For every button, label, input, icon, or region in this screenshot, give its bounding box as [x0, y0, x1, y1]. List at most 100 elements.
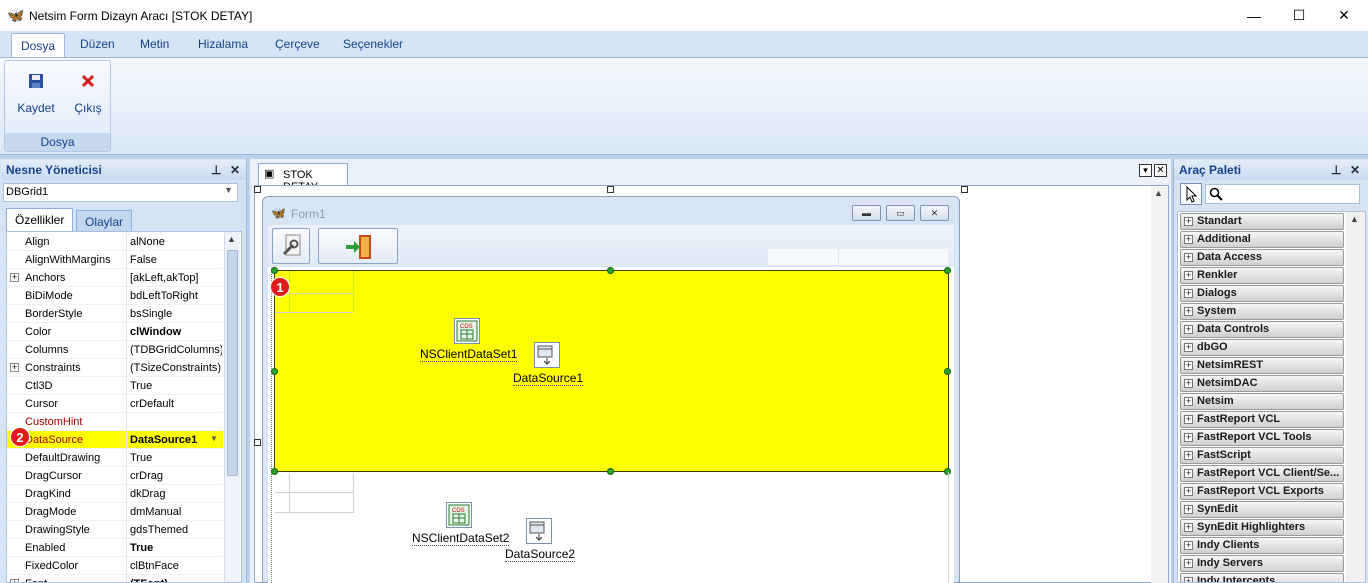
palette-category[interactable]: + Dialogs [1180, 285, 1344, 302]
palette-scrollbar[interactable]: ▲ [1346, 212, 1365, 582]
selection-handle[interactable] [944, 267, 951, 274]
close-panel-icon[interactable]: ✕ [230, 163, 240, 177]
palette-category[interactable]: + System [1180, 303, 1344, 320]
palette-category[interactable]: + Netsim [1180, 393, 1344, 410]
tab-dosya[interactable]: Dosya [11, 33, 66, 58]
selection-handle[interactable] [944, 368, 951, 375]
palette-category[interactable]: + SynEdit [1180, 501, 1344, 518]
property-row-cursor[interactable]: Cursor crDefault [7, 395, 223, 413]
palette-category[interactable]: + FastReport VCL Client/Se... [1180, 465, 1344, 482]
palette-category[interactable]: + FastReport VCL Exports [1180, 483, 1344, 500]
palette-category[interactable]: + Indy Clients [1180, 537, 1344, 554]
property-value[interactable]: bdLeftToRight [130, 290, 222, 302]
property-value[interactable]: (TFont) [130, 578, 222, 582]
property-value[interactable]: clWindow [130, 326, 222, 338]
palette-category[interactable]: + Renkler [1180, 267, 1344, 284]
tab-secenekler[interactable]: Seçenekler [343, 37, 403, 51]
property-value[interactable]: True [130, 380, 222, 392]
property-value[interactable]: crDefault [130, 398, 222, 410]
property-value[interactable]: DataSource1 [130, 434, 222, 446]
property-value[interactable]: dkDrag [130, 488, 222, 500]
scroll-up-icon[interactable]: ▲ [227, 234, 236, 244]
property-row-bidimode[interactable]: BiDiMode bdLeftToRight [7, 287, 223, 305]
property-row-defaultdrawing[interactable]: DefaultDrawing True [7, 449, 223, 467]
pointer-tool-button[interactable] [1180, 183, 1202, 205]
scroll-up-icon[interactable]: ▲ [1350, 214, 1359, 224]
save-button[interactable]: Kaydet [11, 67, 61, 127]
close-tab-icon[interactable]: ✕ [1154, 164, 1167, 177]
component-selector[interactable]: DBGrid1 ▼ [3, 183, 238, 202]
clientdataset2-icon[interactable]: CDS [446, 502, 472, 528]
property-row-color[interactable]: Color clWindow [7, 323, 223, 341]
pin-icon[interactable]: ⊥ [1331, 163, 1341, 177]
property-row-drawingstyle[interactable]: DrawingStyle gdsThemed [7, 521, 223, 539]
property-value[interactable]: alNone [130, 236, 222, 248]
property-value[interactable]: True [130, 542, 222, 554]
palette-search-input[interactable] [1205, 184, 1360, 204]
chevron-down-icon[interactable]: ▼ [210, 434, 218, 443]
property-value[interactable]: crDrag [130, 470, 222, 482]
property-value[interactable]: clBtnFace [130, 560, 222, 572]
designer-scrollbar[interactable]: ▲ [1151, 186, 1168, 583]
palette-category[interactable]: + Data Controls [1180, 321, 1344, 338]
tab-list-dropdown-icon[interactable]: ▼ [1139, 164, 1152, 177]
selection-handle[interactable] [607, 267, 614, 274]
minimize-button[interactable]: — [1231, 0, 1277, 31]
palette-category[interactable]: + Standart [1180, 213, 1344, 230]
form-resize-handle[interactable] [607, 186, 614, 193]
selection-handle[interactable] [271, 468, 278, 475]
exit-tool-button[interactable] [318, 228, 398, 264]
scroll-up-icon[interactable]: ▲ [1154, 188, 1163, 198]
property-row-fixedcolor[interactable]: FixedColor clBtnFace [7, 557, 223, 575]
maximize-button[interactable]: ☐ [1276, 0, 1322, 31]
selected-dbgrid[interactable] [274, 270, 949, 472]
palette-category[interactable]: + FastReport VCL Tools [1180, 429, 1344, 446]
property-row-customhint[interactable]: CustomHint [7, 413, 223, 431]
tab-duzen[interactable]: Düzen [80, 37, 115, 51]
property-row-font[interactable]: + Font (TFont) [7, 575, 223, 582]
form-resize-handle[interactable] [961, 186, 968, 193]
property-row-enabled[interactable]: Enabled True [7, 539, 223, 557]
form-close-button[interactable]: ✕ [920, 205, 949, 221]
property-row-datasource[interactable]: DataSource DataSource1 ▼ 2 [7, 427, 223, 449]
palette-category[interactable]: + NetsimREST [1180, 357, 1344, 374]
settings-tool-button[interactable] [272, 228, 310, 264]
expand-icon[interactable]: + [10, 363, 19, 372]
scroll-thumb[interactable] [227, 250, 238, 476]
property-row-borderstyle[interactable]: BorderStyle bsSingle [7, 305, 223, 323]
property-row-ctl3d[interactable]: Ctl3D True [7, 377, 223, 395]
selection-handle[interactable] [607, 468, 614, 475]
tab-cerceve[interactable]: Çerçeve [275, 37, 320, 51]
palette-category[interactable]: + Indy Servers [1180, 555, 1344, 572]
property-value[interactable]: gdsThemed [130, 524, 222, 536]
expand-icon[interactable]: + [10, 579, 19, 582]
palette-category[interactable]: + dbGO [1180, 339, 1344, 356]
palette-category[interactable]: + Additional [1180, 231, 1344, 248]
datasource2-icon[interactable] [526, 518, 552, 544]
form-resize-handle[interactable] [254, 439, 261, 446]
property-value[interactable]: False [130, 254, 222, 266]
palette-category[interactable]: + FastScript [1180, 447, 1344, 464]
property-value[interactable]: bsSingle [130, 308, 222, 320]
property-value[interactable]: dmManual [130, 506, 222, 518]
property-value[interactable]: (TSizeConstraints) [130, 362, 222, 374]
tab-stok-detay[interactable]: ▣ STOK DETAY [258, 163, 348, 193]
tab-events[interactable]: Olaylar [76, 210, 133, 231]
palette-category[interactable]: + FastReport VCL [1180, 411, 1344, 428]
property-row-columns[interactable]: Columns (TDBGridColumns) [7, 341, 223, 359]
palette-category[interactable]: + NetsimDAC [1180, 375, 1344, 392]
form-maximize-button[interactable]: ▭ [886, 205, 915, 221]
expand-icon[interactable]: + [10, 273, 19, 282]
property-value[interactable]: (TDBGridColumns) [130, 344, 222, 356]
property-row-dragcursor[interactable]: DragCursor crDrag [7, 467, 223, 485]
property-row-dragmode[interactable]: DragMode dmManual [7, 503, 223, 521]
exit-button[interactable]: Çıkış [63, 67, 113, 127]
clientdataset-icon[interactable]: CDS [454, 318, 480, 344]
form-resize-handle[interactable] [254, 186, 261, 193]
datasource-icon[interactable] [534, 342, 560, 368]
property-value[interactable]: [akLeft,akTop] [130, 272, 222, 284]
palette-category[interactable]: + Data Access [1180, 249, 1344, 266]
tab-properties[interactable]: Özellikler [6, 208, 74, 231]
close-button[interactable]: ✕ [1321, 0, 1367, 31]
selection-handle[interactable] [271, 267, 278, 274]
